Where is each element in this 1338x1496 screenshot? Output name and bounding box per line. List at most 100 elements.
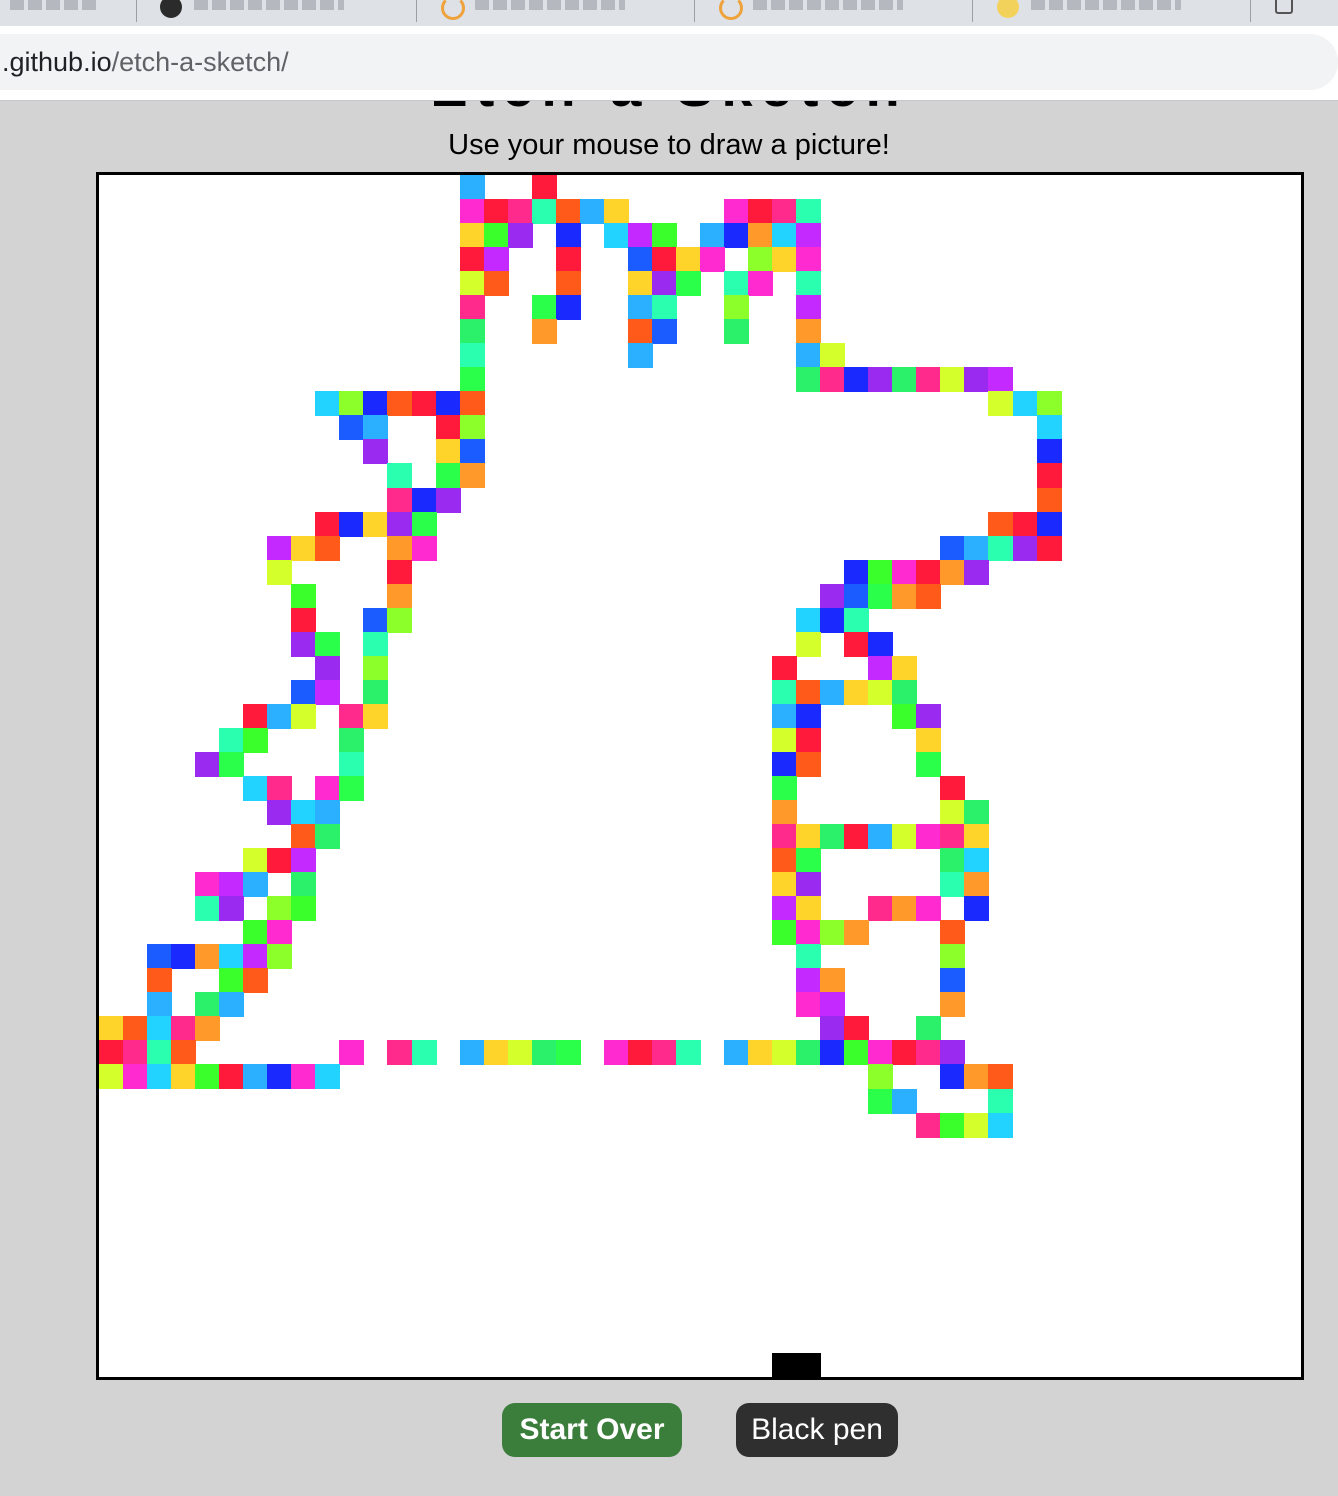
grid-cell[interactable] bbox=[363, 703, 389, 729]
grid-cell[interactable] bbox=[772, 655, 798, 681]
grid-cell[interactable] bbox=[339, 391, 365, 417]
grid-cell[interactable] bbox=[772, 679, 798, 705]
grid-cell[interactable] bbox=[1012, 511, 1038, 537]
grid-cell[interactable] bbox=[988, 511, 1014, 537]
grid-cell[interactable] bbox=[724, 199, 750, 225]
grid-cell[interactable] bbox=[387, 583, 413, 609]
grid-cell[interactable] bbox=[459, 271, 485, 297]
grid-cell[interactable] bbox=[796, 920, 822, 946]
grid-cell[interactable] bbox=[748, 223, 774, 249]
grid-cell[interactable] bbox=[387, 463, 413, 489]
browser-tab[interactable] bbox=[973, 0, 1251, 22]
grid-cell[interactable] bbox=[700, 247, 725, 273]
grid-cell[interactable] bbox=[627, 319, 653, 345]
grid-cell[interactable] bbox=[315, 1064, 341, 1090]
grid-cell[interactable] bbox=[339, 415, 365, 441]
grid-cell[interactable] bbox=[651, 247, 677, 273]
grid-cell[interactable] bbox=[964, 824, 990, 850]
grid-cell[interactable] bbox=[772, 727, 798, 753]
grid-cell[interactable] bbox=[940, 920, 966, 946]
grid-cell[interactable] bbox=[796, 631, 822, 657]
grid-cell[interactable] bbox=[99, 1016, 124, 1042]
grid-cell[interactable] bbox=[820, 679, 846, 705]
grid-cell[interactable] bbox=[291, 896, 317, 922]
grid-cell[interactable] bbox=[99, 1040, 124, 1066]
sketch-grid[interactable] bbox=[96, 172, 1304, 1380]
grid-cell[interactable] bbox=[844, 824, 870, 850]
grid-cell[interactable] bbox=[219, 872, 245, 898]
grid-cell[interactable] bbox=[796, 751, 822, 777]
grid-cell[interactable] bbox=[964, 367, 990, 393]
grid-cell[interactable] bbox=[868, 583, 894, 609]
grid-cell[interactable] bbox=[267, 559, 293, 585]
grid-cell[interactable] bbox=[363, 415, 389, 441]
grid-cell[interactable] bbox=[603, 199, 629, 225]
grid-cell[interactable] bbox=[916, 367, 942, 393]
grid-cell[interactable] bbox=[892, 583, 918, 609]
grid-cell[interactable] bbox=[651, 319, 677, 345]
grid-cell[interactable] bbox=[243, 848, 269, 874]
grid-cell[interactable] bbox=[796, 199, 822, 225]
grid-cell[interactable] bbox=[651, 223, 677, 249]
grid-cell[interactable] bbox=[1036, 415, 1062, 441]
grid-cell[interactable] bbox=[1036, 535, 1062, 561]
grid-cell[interactable] bbox=[411, 511, 437, 537]
grid-cell[interactable] bbox=[892, 896, 918, 922]
grid-cell[interactable] bbox=[964, 535, 990, 561]
grid-cell[interactable] bbox=[339, 703, 365, 729]
browser-tab[interactable] bbox=[136, 0, 417, 22]
grid-cell[interactable] bbox=[844, 559, 870, 585]
start-over-button[interactable]: Start Over bbox=[502, 1403, 682, 1457]
grid-cell[interactable] bbox=[1036, 511, 1062, 537]
grid-cell[interactable] bbox=[940, 776, 966, 801]
grid-cell[interactable] bbox=[651, 1040, 677, 1066]
grid-cell[interactable] bbox=[267, 535, 293, 561]
grid-cell[interactable] bbox=[772, 199, 798, 225]
grid-cell[interactable] bbox=[940, 1064, 966, 1090]
grid-cell[interactable] bbox=[748, 1040, 774, 1066]
grid-cell[interactable] bbox=[916, 1016, 942, 1042]
grid-cell[interactable] bbox=[1036, 463, 1062, 489]
grid-cell[interactable] bbox=[411, 487, 437, 513]
grid-cell[interactable] bbox=[219, 944, 245, 970]
grid-cell[interactable] bbox=[123, 1040, 149, 1066]
grid-cell[interactable] bbox=[315, 631, 341, 657]
grid-cell[interactable] bbox=[892, 559, 918, 585]
grid-cell[interactable] bbox=[916, 559, 942, 585]
grid-cell[interactable] bbox=[1036, 391, 1062, 417]
grid-cell[interactable] bbox=[772, 800, 798, 826]
grid-cell[interactable] bbox=[243, 872, 269, 898]
browser-tab[interactable] bbox=[695, 0, 973, 22]
grid-cell[interactable] bbox=[147, 1016, 173, 1042]
grid-cell[interactable] bbox=[675, 247, 701, 273]
grid-cell[interactable] bbox=[315, 824, 341, 850]
grid-cell[interactable] bbox=[483, 1040, 509, 1066]
grid-cell[interactable] bbox=[700, 223, 725, 249]
grid-cell[interactable] bbox=[772, 247, 798, 273]
grid-cell[interactable] bbox=[772, 776, 798, 801]
grid-cell[interactable] bbox=[651, 295, 677, 321]
grid-cell[interactable] bbox=[507, 199, 533, 225]
grid-cell[interactable] bbox=[1036, 439, 1062, 465]
grid-cell[interactable] bbox=[796, 992, 822, 1018]
grid-cell[interactable] bbox=[796, 1352, 822, 1377]
grid-cell[interactable] bbox=[483, 271, 509, 297]
grid-cell[interactable] bbox=[964, 896, 990, 922]
grid-cell[interactable] bbox=[531, 295, 557, 321]
grid-cell[interactable] bbox=[339, 776, 365, 801]
grid-cell[interactable] bbox=[459, 415, 485, 441]
grid-cell[interactable] bbox=[243, 920, 269, 946]
grid-cell[interactable] bbox=[435, 391, 461, 417]
grid-cell[interactable] bbox=[748, 199, 774, 225]
grid-cell[interactable] bbox=[627, 247, 653, 273]
grid-cell[interactable] bbox=[1036, 487, 1062, 513]
grid-cell[interactable] bbox=[603, 223, 629, 249]
grid-cell[interactable] bbox=[820, 343, 846, 369]
grid-cell[interactable] bbox=[868, 367, 894, 393]
grid-cell[interactable] bbox=[796, 679, 822, 705]
grid-cell[interactable] bbox=[868, 1040, 894, 1066]
grid-cell[interactable] bbox=[844, 367, 870, 393]
grid-cell[interactable] bbox=[892, 1040, 918, 1066]
grid-cell[interactable] bbox=[339, 1040, 365, 1066]
grid-cell[interactable] bbox=[531, 199, 557, 225]
